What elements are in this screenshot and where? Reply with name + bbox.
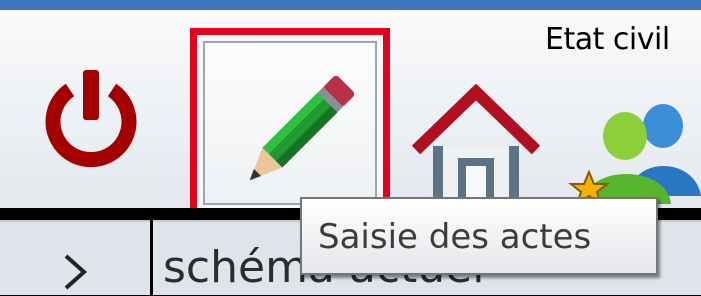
tooltip-text: Saisie des actes	[318, 217, 592, 257]
pencil-icon	[249, 75, 355, 181]
tooltip: Saisie des actes	[300, 197, 658, 275]
home-button[interactable]	[410, 83, 542, 208]
users-button[interactable]	[567, 86, 701, 210]
chevron-right-icon	[62, 252, 90, 296]
breadcrumb-expander[interactable]	[0, 220, 150, 295]
power-icon	[45, 70, 137, 168]
power-button[interactable]	[42, 68, 140, 168]
saisie-actes-button[interactable]	[190, 28, 390, 218]
users-icon	[568, 104, 701, 207]
home-icon	[411, 83, 541, 207]
toolbar: Etat civil	[0, 10, 701, 218]
window-title-bar	[0, 0, 701, 10]
window-title: Etat civil	[545, 22, 670, 57]
